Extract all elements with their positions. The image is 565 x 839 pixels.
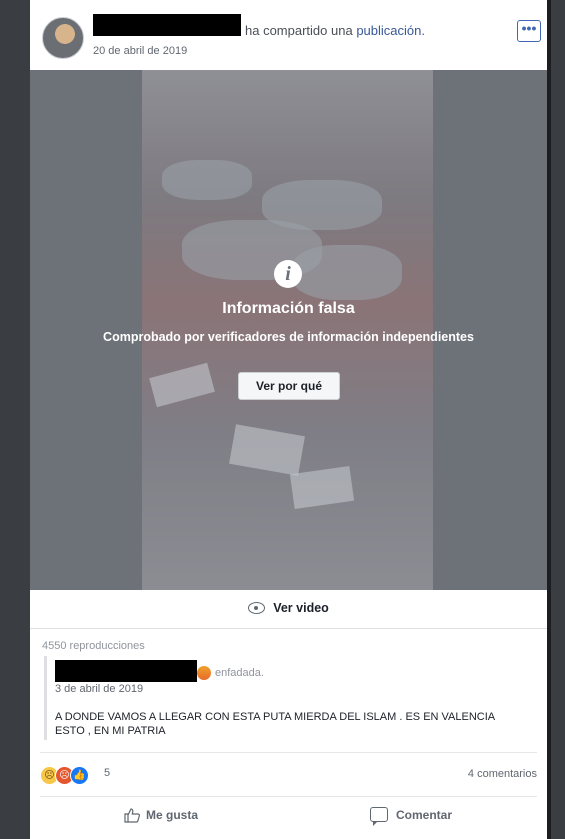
original-post-text: A DONDE VAMOS A LLEGAR CON ESTA PUTA MIE… [55, 711, 495, 737]
video-media[interactable]: i Información falsa Comprobado por verif… [30, 70, 547, 590]
comment-label: Comentar [396, 807, 453, 822]
reaction-icons[interactable]: ☹ ☹ 👍 [40, 766, 89, 785]
avatar[interactable] [42, 17, 84, 59]
reaction-count[interactable]: 5 [104, 767, 110, 779]
redacted-author-name [93, 14, 241, 36]
reactions-row: ☹ ☹ 👍 5 4 comentarios [40, 752, 537, 797]
publication-link[interactable]: publicación. [356, 23, 425, 38]
redacted-original-author [55, 660, 197, 682]
view-count: 4550 reproducciones [42, 640, 145, 652]
angry-emoji-icon [197, 666, 211, 680]
video-figure [292, 245, 402, 300]
feeling-label: enfadada. [215, 667, 264, 679]
like-label: Me gusta [146, 808, 199, 822]
like-button[interactable]: Me gusta [124, 807, 198, 823]
video-paper [229, 424, 305, 476]
background-page-left [0, 0, 30, 839]
post-card: ha compartido una publicación. 20 de abr… [30, 0, 547, 839]
post-header: ha compartido una publicación. 20 de abr… [30, 0, 547, 70]
watch-video-label: Ver video [273, 601, 329, 615]
comment-button[interactable]: Comentar [370, 807, 453, 826]
feeling-indicator: enfadada. [197, 666, 264, 680]
watch-video-bar[interactable]: Ver video [30, 590, 547, 629]
post-date[interactable]: 20 de abril de 2019 [93, 45, 187, 57]
video-figure [162, 160, 252, 200]
shared-label: ha compartido una [245, 23, 353, 38]
comment-count[interactable]: 4 comentarios [468, 768, 537, 780]
original-post: enfadada. 3 de abril de 2019 A DONDE VAM… [44, 656, 537, 740]
false-info-subtitle: Comprobado por verificadores de informac… [103, 330, 474, 344]
false-info-title: Información falsa [222, 300, 355, 317]
video-paper [289, 465, 355, 510]
see-why-button[interactable]: Ver por qué [238, 372, 340, 400]
comment-icon [370, 807, 388, 826]
background-page-right [551, 0, 565, 839]
more-options-button[interactable]: ••• [517, 20, 541, 42]
video-paper [149, 362, 215, 408]
like-reaction-icon: 👍 [70, 766, 89, 785]
info-icon: i [274, 260, 302, 288]
thumbs-up-icon [124, 808, 140, 823]
post-actions: Me gusta Comentar [40, 796, 537, 839]
shared-text: ha compartido una publicación. [245, 23, 425, 38]
eye-icon [248, 602, 266, 614]
original-post-date[interactable]: 3 de abril de 2019 [55, 683, 143, 695]
